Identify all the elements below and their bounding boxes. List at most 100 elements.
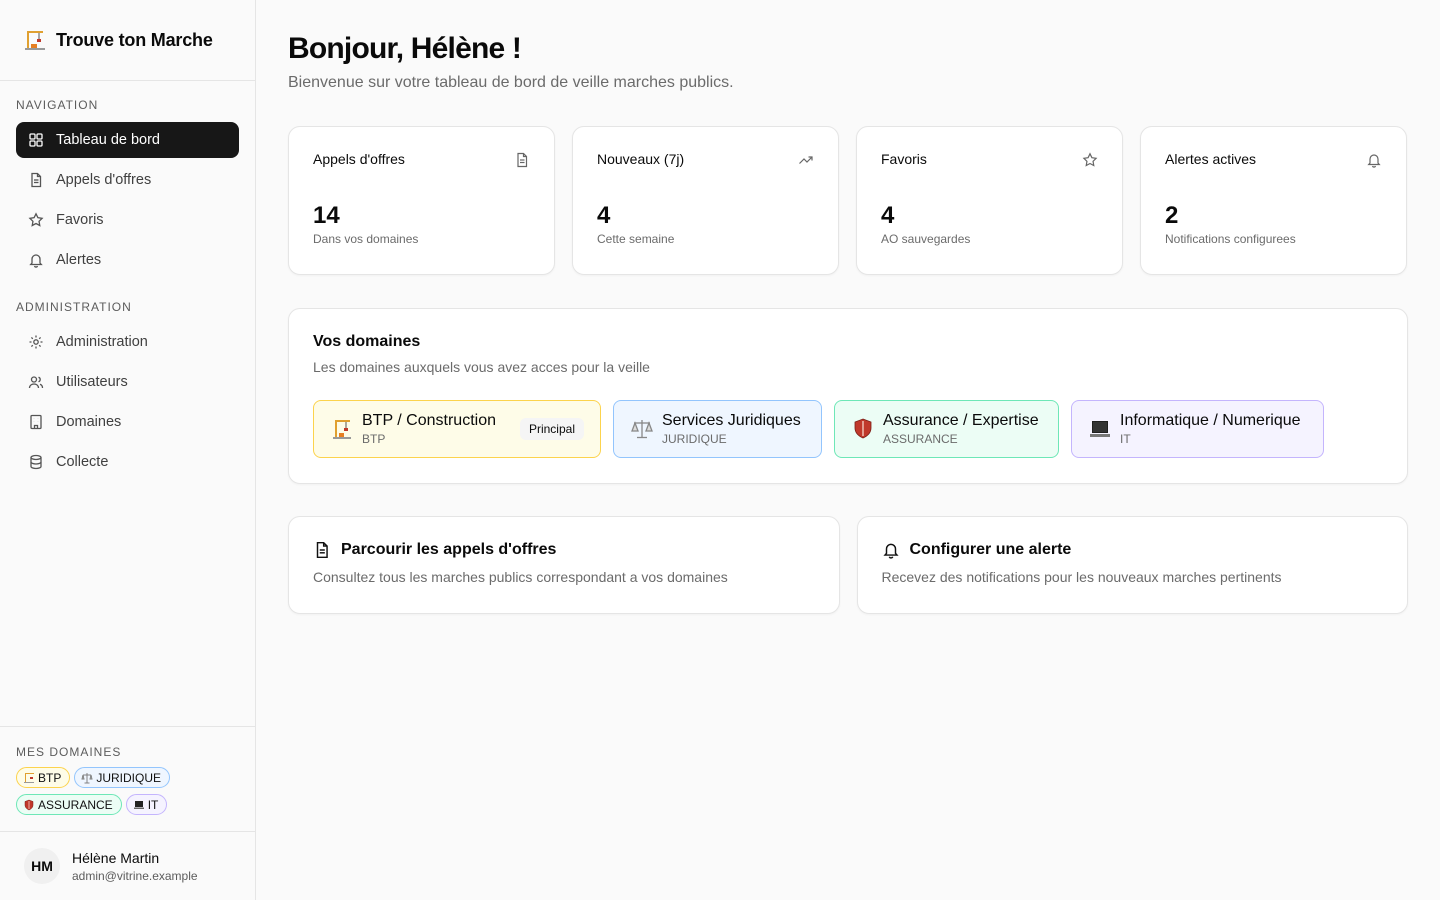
my-domains-section: MES DOMAINES BTP JURIDIQUE ASSURANCE IT bbox=[0, 726, 255, 815]
chip-label: BTP bbox=[38, 770, 62, 785]
chip-label: JURIDIQUE bbox=[96, 770, 162, 785]
stat-value: 4 bbox=[597, 202, 611, 229]
shield-icon bbox=[24, 799, 34, 810]
domains-card: Vos domaines Les domaines auxquels vous … bbox=[288, 308, 1408, 484]
stat-value: 4 bbox=[881, 202, 895, 229]
browse-tenders-card[interactable]: Parcourir les appels d'offres Consultez … bbox=[288, 516, 840, 614]
domain-name: Assurance / Expertise bbox=[883, 412, 1039, 429]
nav-list: Tableau de bord Appels d'offres Favoris … bbox=[0, 122, 255, 278]
action-subtitle: Consultez tous les marches publics corre… bbox=[313, 569, 728, 585]
domain-tiles: BTP / Construction BTP Principal Service… bbox=[313, 400, 1383, 458]
stats-row: Appels d'offres 14 Dans vos domaines Nou… bbox=[288, 126, 1408, 275]
domain-chip-juridique[interactable]: JURIDIQUE bbox=[74, 767, 171, 788]
configure-alert-card[interactable]: Configurer une alerte Recevez des notifi… bbox=[856, 516, 1408, 614]
nav-item-alerts[interactable]: Alertes bbox=[16, 242, 239, 278]
nav-item-label: Appels d'offres bbox=[56, 172, 152, 188]
laptop-icon bbox=[1088, 417, 1112, 441]
construction-crane-icon bbox=[24, 772, 34, 783]
domains-card-subtitle: Les domaines auxquels vous avez acces po… bbox=[313, 359, 650, 375]
construction-crane-icon bbox=[22, 27, 48, 53]
nav-item-label: Collecte bbox=[56, 454, 109, 470]
user-profile[interactable]: HM Hélène Martin admin@vitrine.example bbox=[0, 831, 255, 900]
building-icon bbox=[30, 414, 42, 430]
nav-item-tenders[interactable]: Appels d'offres bbox=[16, 162, 239, 198]
nav-item-favorites[interactable]: Favoris bbox=[16, 202, 239, 238]
avatar: HM bbox=[24, 848, 60, 884]
stat-card-alerts[interactable]: Alertes actives 2 Notifications configur… bbox=[1140, 126, 1407, 275]
bell-icon bbox=[1367, 154, 1381, 168]
nav-item-label: Domaines bbox=[56, 414, 122, 430]
stat-title: Alertes actives bbox=[1165, 151, 1257, 167]
dashboard-icon bbox=[29, 133, 43, 147]
sidebar: Trouve ton Marche NAVIGATION Tableau de … bbox=[0, 0, 256, 900]
stat-card-tenders[interactable]: Appels d'offres 14 Dans vos domaines bbox=[288, 126, 555, 275]
chip-label: ASSURANCE bbox=[38, 797, 113, 812]
domain-name: Informatique / Numerique bbox=[1120, 412, 1301, 429]
action-title: Parcourir les appels d'offres bbox=[341, 541, 557, 558]
domain-code: IT bbox=[1120, 432, 1131, 446]
domain-name: BTP / Construction bbox=[362, 412, 496, 429]
document-icon bbox=[517, 152, 528, 168]
nav-item-label: Utilisateurs bbox=[56, 374, 128, 390]
chip-label: IT bbox=[147, 797, 159, 812]
stat-subtitle: AO sauvegardes bbox=[881, 232, 971, 246]
domain-tile-assurance[interactable]: Assurance / Expertise ASSURANCE bbox=[834, 400, 1059, 458]
nav-item-label: Alertes bbox=[56, 252, 102, 268]
stat-subtitle: Cette semaine bbox=[597, 232, 675, 246]
users-icon bbox=[28, 376, 44, 389]
page-title: Bonjour, Hélène ! bbox=[288, 32, 522, 65]
bell-icon bbox=[882, 543, 899, 559]
user-email: admin@vitrine.example bbox=[72, 868, 198, 883]
domain-code: JURIDIQUE bbox=[662, 432, 727, 446]
stat-subtitle: Notifications configurees bbox=[1165, 232, 1296, 246]
document-icon bbox=[316, 541, 328, 559]
stat-title: Appels d'offres bbox=[313, 151, 405, 167]
scales-icon bbox=[630, 417, 654, 441]
stat-value: 14 bbox=[313, 202, 340, 229]
my-domains-label: MES DOMAINES bbox=[16, 745, 122, 759]
domain-tile-it[interactable]: Informatique / Numerique IT bbox=[1071, 400, 1324, 458]
domain-name: Services Juridiques bbox=[662, 412, 801, 429]
action-title: Configurer une alerte bbox=[909, 541, 1072, 558]
quick-actions: Parcourir les appels d'offres Consultez … bbox=[288, 516, 1408, 614]
main-content: Bonjour, Hélène ! Bienvenue sur votre ta… bbox=[288, 0, 1408, 614]
principal-badge: Principal bbox=[519, 418, 584, 440]
domain-code: ASSURANCE bbox=[883, 432, 958, 446]
brand[interactable]: Trouve ton Marche bbox=[0, 0, 255, 81]
stat-value: 2 bbox=[1165, 202, 1179, 229]
page-subtitle: Bienvenue sur votre tableau de bord de v… bbox=[288, 74, 734, 91]
construction-crane-icon bbox=[330, 417, 354, 441]
nav-section-label: NAVIGATION bbox=[16, 98, 99, 112]
nav-item-collection[interactable]: Collecte bbox=[16, 444, 239, 480]
domains-card-title: Vos domaines bbox=[313, 333, 421, 350]
stat-title: Favoris bbox=[881, 151, 927, 167]
nav-item-administration[interactable]: Administration bbox=[16, 324, 239, 360]
star-icon bbox=[1082, 152, 1098, 167]
trending-up-icon bbox=[799, 156, 813, 164]
domain-tile-juridique[interactable]: Services Juridiques JURIDIQUE bbox=[613, 400, 822, 458]
nav-item-users[interactable]: Utilisateurs bbox=[16, 364, 239, 400]
nav-item-label: Administration bbox=[56, 334, 148, 350]
nav-item-dashboard[interactable]: Tableau de bord bbox=[16, 122, 239, 158]
domain-chip-it[interactable]: IT bbox=[125, 794, 168, 815]
domain-tile-btp[interactable]: BTP / Construction BTP Principal bbox=[313, 400, 601, 458]
nav-item-label: Tableau de bord bbox=[56, 132, 160, 148]
shield-icon bbox=[851, 417, 875, 441]
laptop-icon bbox=[133, 800, 144, 809]
nav-item-label: Favoris bbox=[56, 212, 104, 228]
user-name: Hélène Martin bbox=[72, 849, 160, 866]
stat-card-new[interactable]: Nouveaux (7j) 4 Cette semaine bbox=[572, 126, 839, 275]
scales-icon bbox=[81, 772, 93, 783]
action-subtitle: Recevez des notifications pour les nouve… bbox=[881, 569, 1282, 585]
stat-card-favorites[interactable]: Favoris 4 AO sauvegardes bbox=[856, 126, 1123, 275]
database-icon bbox=[30, 454, 42, 470]
domain-code: BTP bbox=[362, 432, 386, 446]
domain-chip-assurance[interactable]: ASSURANCE bbox=[16, 794, 122, 815]
document-icon bbox=[31, 172, 42, 188]
bell-icon bbox=[29, 254, 43, 268]
star-icon bbox=[28, 212, 44, 227]
stat-title: Nouveaux (7j) bbox=[597, 151, 685, 167]
admin-section-label: ADMINISTRATION bbox=[16, 300, 132, 314]
nav-item-domains[interactable]: Domaines bbox=[16, 404, 239, 440]
domain-chip-btp[interactable]: BTP bbox=[16, 767, 71, 788]
